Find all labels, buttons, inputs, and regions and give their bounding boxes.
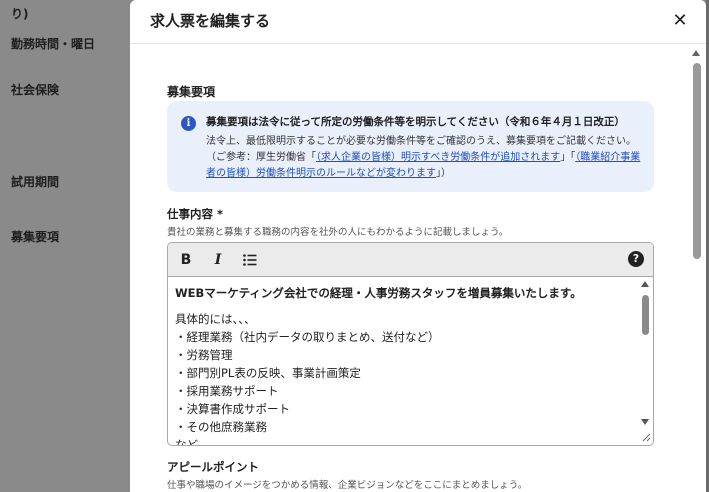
bullet-list-icon: [243, 254, 257, 266]
job-description-help: 貴社の業務と募集する職務の内容を社外の人にもわかるように記載しましょう。: [167, 227, 509, 238]
edit-job-posting-modal: 求人票を編集する ✕ 募集要項 i 募集要項は法令に従って所定の労働条件等を明示…: [130, 0, 706, 492]
notice-heading: 募集要項は法令に従って所定の労働条件等を明示してください（令和６年４月１日改正）: [206, 116, 625, 128]
editor-scroll-thumb[interactable]: [642, 295, 649, 335]
legal-notice-box: i 募集要項は法令に従って所定の労働条件等を明示してください（令和６年４月１日改…: [167, 101, 654, 192]
appeal-points-help: 仕事や職場のイメージをつかめる情報、企業ビジョンなどをここにまとめましょう。: [167, 480, 528, 491]
editor-scrollbar[interactable]: [638, 277, 653, 445]
notice-text-after: 」）: [436, 168, 451, 179]
backdrop-label-working-hours: 勤務時間・曜日: [11, 37, 96, 51]
modal-scrollbar[interactable]: [689, 45, 704, 492]
scroll-up-arrow-icon[interactable]: [692, 50, 700, 56]
modal-scroll-thumb[interactable]: [693, 63, 701, 259]
backdrop-label-requirements: 募集要項: [11, 230, 60, 244]
editor-line: ・部門別PL表の反映、事業計画策定: [175, 366, 361, 380]
link-employer-conditions[interactable]: （求人企業の皆様）明示すべき労働条件が追加されます: [316, 152, 560, 163]
backdrop-label-probation: 試用期間: [11, 175, 60, 189]
editor-content[interactable]: WEBマーケティング会社での経理・人事労務スタッフを増員募集いたします。 具体的…: [168, 277, 638, 445]
appeal-points-label: アピールポイント: [167, 460, 259, 474]
editor-line: ・採用業務サポート: [175, 384, 279, 398]
modal-body[interactable]: 募集要項 i 募集要項は法令に従って所定の労働条件等を明示してください（令和６年…: [130, 45, 706, 492]
help-icon[interactable]: ?: [628, 251, 644, 267]
backdrop-label-social-insurance: 社会保険: [11, 83, 60, 97]
bold-button[interactable]: B: [176, 250, 196, 270]
scroll-up-arrow-icon[interactable]: [641, 281, 649, 287]
info-icon: i: [181, 116, 196, 131]
resize-handle-icon[interactable]: [641, 432, 651, 442]
notice-text: 法令上、最低限明示することが必要な労働条件等をご確認のうえ、募集要項をご記載くだ…: [206, 134, 642, 182]
editor-line: ・経理業務（社内データの取りまとめ、送付など）: [175, 330, 440, 344]
close-icon[interactable]: ✕: [668, 9, 692, 33]
editor-line: 具体的には、、、: [175, 312, 256, 326]
scroll-down-arrow-icon[interactable]: [641, 419, 649, 425]
job-description-editor[interactable]: B I ? WEBマーケティング会社での経理・人事労務スタッフを増員募集いたしま…: [167, 242, 654, 446]
editor-line: ・決算書作成サポート: [175, 402, 290, 416]
bullet-list-button[interactable]: [240, 250, 260, 270]
modal-title: 求人票を編集する: [150, 12, 271, 30]
backdrop-label: り): [11, 7, 29, 21]
editor-line: ・その他庶務業務: [175, 420, 267, 434]
editor-line: など: [175, 438, 198, 445]
job-description-label: 仕事内容 *: [167, 207, 224, 221]
section-title: 募集要項: [167, 85, 216, 99]
editor-toolbar: B I ?: [168, 243, 653, 277]
modal-header: 求人票を編集する ✕: [130, 0, 706, 44]
editor-line: ・労務管理: [175, 348, 233, 362]
notice-text-middle: 」「: [560, 152, 576, 163]
italic-button[interactable]: I: [208, 250, 228, 270]
backdrop-form: り) 勤務時間・曜日 社会保険 試用期間 募集要項: [0, 0, 130, 492]
editor-line: WEBマーケティング会社での経理・人事労務スタッフを増員募集いたします。: [175, 286, 582, 300]
